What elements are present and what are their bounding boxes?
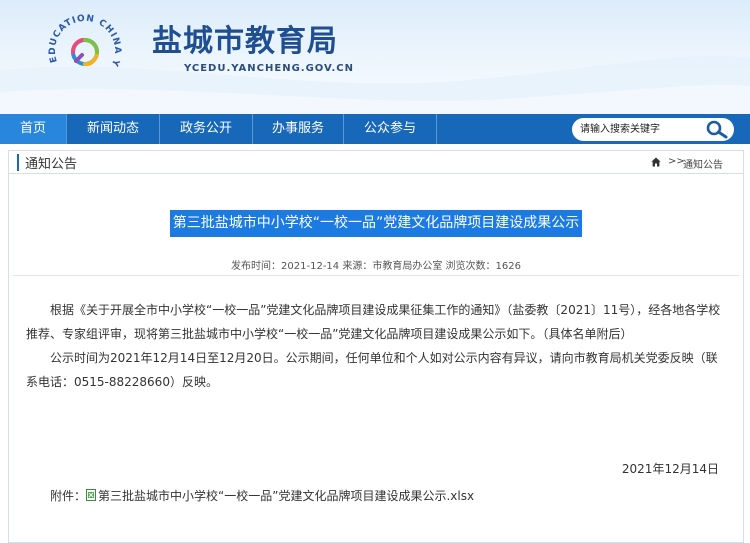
article-title-container: 第三批盐城市中小学校“一校一品”党建文化品牌项目建设成果公示 (9, 210, 743, 237)
article-meta: 发布时间：2021-12-14 来源：市教育局办公室 浏览次数：1626 (231, 261, 521, 272)
search-input[interactable] (580, 121, 698, 138)
site-title: 盐城市教育局 (152, 24, 338, 59)
article-date: 2021年12月14日 (621, 462, 719, 476)
article-paragraph: 根据《关于开展全市中小学校“一校一品”党建文化品牌项目建设成果征集工作的通知》（… (26, 303, 721, 341)
main-nav: 首页 新闻动态 政务公开 办事服务 公众参与 (0, 114, 750, 144)
search-icon[interactable] (702, 119, 730, 140)
article-panel: 通知公告 >> 通知公告 第三批盐城市中小学校“一校一品”党建文化品牌项目建设成… (8, 150, 744, 543)
spreadsheet-file-icon (86, 489, 97, 501)
site-domain: YCEDU.YANCHENG.GOV.CN (184, 63, 354, 74)
attachment-link[interactable]: 第三批盐城市中小学校“一校一品”党建文化品牌项目建设成果公示.xlsx (98, 489, 474, 503)
nav-item-public-participation[interactable]: 公众参与 (344, 114, 436, 144)
site-header: EDUCATION CHINA YANCHENG 盐城市教育局 YCEDU.YA… (0, 0, 750, 114)
breadcrumb: 通知公告 >> 通知公告 (9, 151, 743, 174)
nav-item-home[interactable]: 首页 (0, 114, 66, 144)
section-marker (17, 154, 19, 171)
article-title: 第三批盐城市中小学校“一校一品”党建文化品牌项目建设成果公示 (169, 210, 583, 237)
article-paragraph: 公示时间为2021年12月14日至12月20日。公示期间，任何单位和个人如对公示… (26, 351, 718, 389)
section-title: 通知公告 (25, 157, 78, 172)
article-body: 根据《关于开展全市中小学校“一校一品”党建文化品牌项目建设成果征集工作的通知》（… (26, 298, 724, 394)
divider (13, 275, 739, 276)
nav-divider (436, 114, 437, 144)
attachment-label: 附件： (50, 489, 87, 503)
search-box (572, 118, 734, 141)
nav-item-services[interactable]: 办事服务 (253, 114, 343, 144)
home-icon[interactable] (651, 157, 661, 167)
nav-item-government-affairs[interactable]: 政务公开 (160, 114, 252, 144)
breadcrumb-link-notices[interactable]: 通知公告 (683, 156, 723, 171)
attachment: 附件： 第三批盐城市中小学校“一校一品”党建文化品牌项目建设成果公示.xlsx (50, 487, 474, 504)
site-logo[interactable]: EDUCATION CHINA YANCHENG (40, 6, 130, 96)
nav-item-news[interactable]: 新闻动态 (67, 114, 159, 144)
